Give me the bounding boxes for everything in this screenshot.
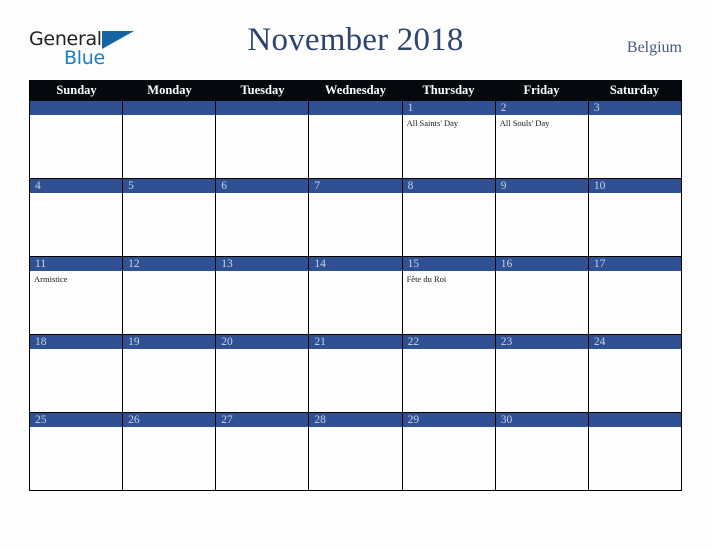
event-item[interactable]: Fête du Roi xyxy=(407,274,492,285)
event-list: Armistice xyxy=(30,271,122,285)
day-number: 15 xyxy=(402,257,495,271)
day-number: 9 xyxy=(495,179,588,193)
day-cell-28[interactable]: 28 xyxy=(308,413,402,490)
day-cell-27[interactable]: 27 xyxy=(215,413,309,490)
day-number: 16 xyxy=(495,257,588,271)
day-cell-20[interactable]: 20 xyxy=(215,335,309,412)
day-cell-26[interactable]: 26 xyxy=(122,413,216,490)
day-number: 5 xyxy=(123,179,216,193)
weekday-header-thursday: Thursday xyxy=(422,83,475,97)
day-number: 24 xyxy=(588,335,681,349)
day-number: 12 xyxy=(123,257,216,271)
day-number: 18 xyxy=(30,335,123,349)
event-list: All Saints' Day xyxy=(403,115,495,129)
day-cell-17[interactable]: 17 xyxy=(587,257,681,334)
calendar-week-row: 18 19 20 21 22 23 24 xyxy=(30,334,681,412)
day-cell-23[interactable]: 23 xyxy=(494,335,588,412)
event-item[interactable]: Armistice xyxy=(34,274,119,285)
day-cell-6[interactable]: 6 xyxy=(215,179,309,256)
day-number: 11 xyxy=(30,257,123,271)
calendar-page: General Blue November 2018 Belgium Sunda… xyxy=(0,0,712,550)
day-number: 26 xyxy=(123,413,216,427)
day-number: 19 xyxy=(123,335,216,349)
day-number: 27 xyxy=(216,413,309,427)
calendar-week-row: 25 26 27 28 29 30 xyxy=(30,412,681,490)
weekday-header-row: Sunday Monday Tuesday Wednesday Thursday Frid… xyxy=(30,80,681,101)
day-cell-18[interactable]: 18 xyxy=(30,335,123,412)
country-label: Belgium xyxy=(626,39,682,56)
day-cell-29[interactable]: 29 xyxy=(401,413,495,490)
day-cell-empty[interactable] xyxy=(122,101,216,178)
weekday-header-monday: Monday xyxy=(147,83,192,97)
day-number: 22 xyxy=(402,335,495,349)
day-cell-empty[interactable] xyxy=(308,101,402,178)
day-cell-10[interactable]: 10 xyxy=(587,179,681,256)
day-number xyxy=(123,101,216,115)
event-list: Fête du Roi xyxy=(403,271,495,285)
day-number: 1 xyxy=(402,101,495,115)
weekday-header-sunday: Sunday xyxy=(56,83,97,97)
day-cell-9[interactable]: 9 xyxy=(494,179,588,256)
day-number: 10 xyxy=(588,179,681,193)
day-number: 28 xyxy=(309,413,402,427)
day-cell-1[interactable]: 1 All Saints' Day xyxy=(401,101,495,178)
day-cell-5[interactable]: 5 xyxy=(122,179,216,256)
event-list: All Souls' Day xyxy=(496,115,588,129)
day-cell-16[interactable]: 16 xyxy=(494,257,588,334)
day-cell-12[interactable]: 12 xyxy=(122,257,216,334)
day-number: 13 xyxy=(216,257,309,271)
day-cell-15[interactable]: 15 Fête du Roi xyxy=(401,257,495,334)
day-number: 3 xyxy=(588,101,681,115)
day-number: 2 xyxy=(495,101,588,115)
event-item[interactable]: All Saints' Day xyxy=(407,118,492,129)
page-header: General Blue November 2018 Belgium xyxy=(29,22,682,74)
day-cell-22[interactable]: 22 xyxy=(401,335,495,412)
calendar-week-row: 1 All Saints' Day 2 All Souls' Day 3 xyxy=(30,101,681,178)
day-number xyxy=(30,101,123,115)
calendar-week-row: 11 Armistice 12 13 14 15 Fête du Roi 16 17 xyxy=(30,256,681,334)
page-title: November 2018 xyxy=(247,22,464,58)
weekday-header-tuesday: Tuesday xyxy=(240,83,285,97)
day-cell-24[interactable]: 24 xyxy=(587,335,681,412)
day-cell-11[interactable]: 11 Armistice xyxy=(30,257,123,334)
day-cell-25[interactable]: 25 xyxy=(30,413,123,490)
day-cell-empty[interactable] xyxy=(30,101,123,178)
day-cell-empty[interactable] xyxy=(587,413,681,490)
day-cell-7[interactable]: 7 xyxy=(308,179,402,256)
day-cell-19[interactable]: 19 xyxy=(122,335,216,412)
day-number: 14 xyxy=(309,257,402,271)
day-number: 7 xyxy=(309,179,402,193)
day-cell-13[interactable]: 13 xyxy=(215,257,309,334)
day-cell-21[interactable]: 21 xyxy=(308,335,402,412)
day-number: 23 xyxy=(495,335,588,349)
day-cell-empty[interactable] xyxy=(215,101,309,178)
event-item[interactable]: All Souls' Day xyxy=(500,118,585,129)
day-number xyxy=(588,413,681,427)
weekday-header-saturday: Saturday xyxy=(609,83,660,97)
day-number: 25 xyxy=(30,413,123,427)
day-number: 29 xyxy=(402,413,495,427)
day-cell-3[interactable]: 3 xyxy=(587,101,681,178)
day-number: 21 xyxy=(309,335,402,349)
day-number: 6 xyxy=(216,179,309,193)
day-number xyxy=(309,101,402,115)
day-number: 20 xyxy=(216,335,309,349)
day-cell-2[interactable]: 2 All Souls' Day xyxy=(494,101,588,178)
calendar-grid: Sunday Monday Tuesday Wednesday Thursday Frid… xyxy=(29,80,682,491)
day-number: 30 xyxy=(495,413,588,427)
weekday-header-friday: Friday xyxy=(523,83,560,97)
day-cell-30[interactable]: 30 xyxy=(494,413,588,490)
day-number xyxy=(216,101,309,115)
day-cell-8[interactable]: 8 xyxy=(401,179,495,256)
calendar-week-row: 4 5 6 7 8 9 10 xyxy=(30,178,681,256)
day-number: 8 xyxy=(402,179,495,193)
calendar-weeks: 1 All Saints' Day 2 All Souls' Day 3 4 5 6 7 8 9 10… xyxy=(30,101,681,490)
day-cell-4[interactable]: 4 xyxy=(30,179,123,256)
day-cell-14[interactable]: 14 xyxy=(308,257,402,334)
day-number: 17 xyxy=(588,257,681,271)
day-number: 4 xyxy=(30,179,123,193)
weekday-header-wednesday: Wednesday xyxy=(324,83,387,97)
